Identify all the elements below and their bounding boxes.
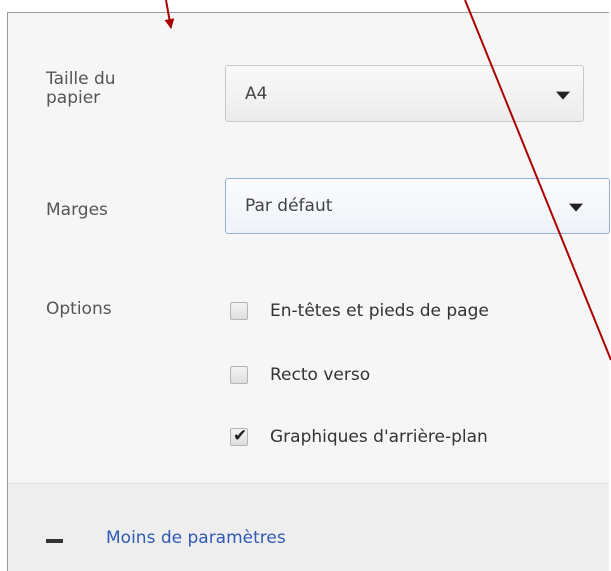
fewer-settings-link[interactable]: Moins de paramètres <box>106 528 286 548</box>
paper-size-select[interactable]: A4 <box>225 65 584 122</box>
checkbox[interactable] <box>230 366 248 384</box>
option-label: Recto verso <box>270 365 371 385</box>
option-label: Graphiques d'arrière-plan <box>270 427 488 447</box>
settings-footer: Moins de paramètres <box>8 483 609 571</box>
caret-down-icon <box>556 91 570 100</box>
checkbox-checked[interactable]: ✔ <box>230 426 248 446</box>
print-settings-panel: Taille du papier A4 Marges Par défaut Op… <box>7 12 610 571</box>
margins-label: Marges <box>46 200 108 220</box>
caret-down-icon <box>569 203 583 212</box>
paper-size-label: Taille du papier <box>46 69 116 108</box>
margins-select[interactable]: Par défaut <box>225 178 610 234</box>
options-label: Options <box>46 299 112 319</box>
check-icon: ✔ <box>233 426 248 446</box>
margins-value: Par défaut <box>245 196 333 216</box>
option-label: En-têtes et pieds de page <box>270 301 489 321</box>
minus-icon <box>46 539 63 543</box>
checkbox[interactable] <box>230 302 248 320</box>
paper-size-value: A4 <box>245 83 268 104</box>
